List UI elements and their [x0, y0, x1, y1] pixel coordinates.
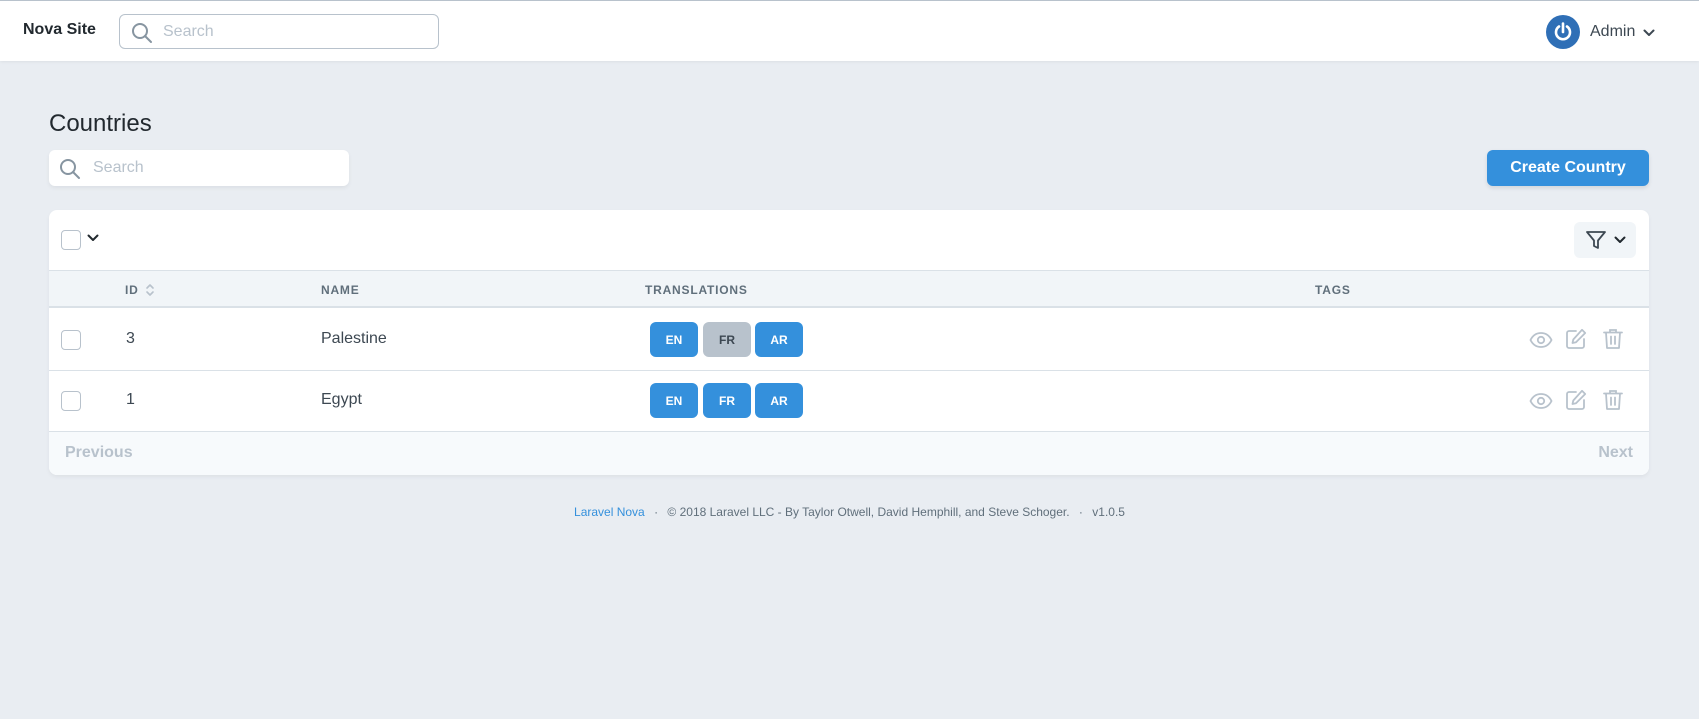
footer-version: v1.0.5: [1092, 505, 1125, 519]
translation-badge-ar[interactable]: AR: [755, 322, 803, 357]
eye-icon[interactable]: [1529, 389, 1553, 413]
table-row: 1 Egypt EN FR AR: [49, 371, 1649, 432]
column-header-id[interactable]: ID: [125, 283, 139, 297]
create-country-button[interactable]: Create Country: [1487, 150, 1649, 186]
search-icon: [60, 159, 80, 179]
user-name[interactable]: Admin: [1590, 23, 1635, 41]
page-title: Countries: [49, 110, 152, 137]
chevron-down-icon: [1614, 236, 1626, 243]
table-toolbar: [49, 210, 1649, 270]
filter-button[interactable]: [1574, 222, 1636, 258]
resource-search-input[interactable]: [93, 158, 333, 178]
power-icon: [1554, 22, 1572, 41]
translation-badge-ar[interactable]: AR: [755, 383, 803, 418]
footer-separator: ·: [654, 505, 659, 519]
select-all-checkbox[interactable]: [61, 230, 81, 250]
pagination: Previous Next: [49, 432, 1649, 475]
chevron-down-icon[interactable]: [1643, 29, 1655, 37]
brand-name[interactable]: Nova Site: [23, 21, 96, 39]
chevron-down-icon[interactable]: [87, 234, 99, 242]
resource-table-card: ID NAME TRANSLATIONS TAGS 3 Palestine EN…: [49, 210, 1649, 475]
translation-badge-en[interactable]: EN: [650, 383, 698, 418]
column-header-tags: TAGS: [1315, 283, 1351, 297]
row-checkbox[interactable]: [61, 391, 81, 411]
global-search[interactable]: [119, 14, 439, 49]
row-name: Egypt: [321, 391, 362, 408]
search-icon: [132, 23, 152, 43]
previous-page-link[interactable]: Previous: [65, 444, 133, 462]
global-search-input[interactable]: [163, 21, 423, 43]
row-checkbox[interactable]: [61, 330, 81, 350]
footer-separator: ·: [1078, 505, 1083, 519]
top-bar: Nova Site Admin: [0, 0, 1699, 61]
translation-badge-fr[interactable]: FR: [703, 322, 751, 357]
column-header-name: NAME: [321, 283, 360, 297]
trash-icon[interactable]: [1603, 389, 1623, 411]
user-menu[interactable]: Admin: [1546, 15, 1655, 49]
resource-search[interactable]: [49, 150, 349, 186]
eye-icon[interactable]: [1529, 328, 1553, 352]
footer-copyright: © 2018 Laravel LLC - By Taylor Otwell, D…: [667, 505, 1070, 519]
translation-badge-en[interactable]: EN: [650, 322, 698, 357]
next-page-link[interactable]: Next: [1598, 444, 1633, 462]
edit-icon[interactable]: [1565, 328, 1587, 350]
row-name: Palestine: [321, 330, 387, 347]
column-header-translations: TRANSLATIONS: [645, 283, 748, 297]
edit-icon[interactable]: [1565, 389, 1587, 411]
avatar[interactable]: [1546, 15, 1580, 49]
laravel-nova-link[interactable]: Laravel Nova: [574, 505, 645, 519]
table-row: 3 Palestine EN FR AR: [49, 310, 1649, 371]
row-id: 3: [126, 330, 135, 347]
sort-icon[interactable]: [145, 282, 155, 298]
filter-icon: [1586, 231, 1606, 249]
table-header: ID NAME TRANSLATIONS TAGS: [49, 270, 1649, 308]
footer: Laravel Nova · © 2018 Laravel LLC - By T…: [0, 505, 1699, 519]
row-id: 1: [126, 391, 135, 408]
trash-icon[interactable]: [1603, 328, 1623, 350]
translation-badge-fr[interactable]: FR: [703, 383, 751, 418]
